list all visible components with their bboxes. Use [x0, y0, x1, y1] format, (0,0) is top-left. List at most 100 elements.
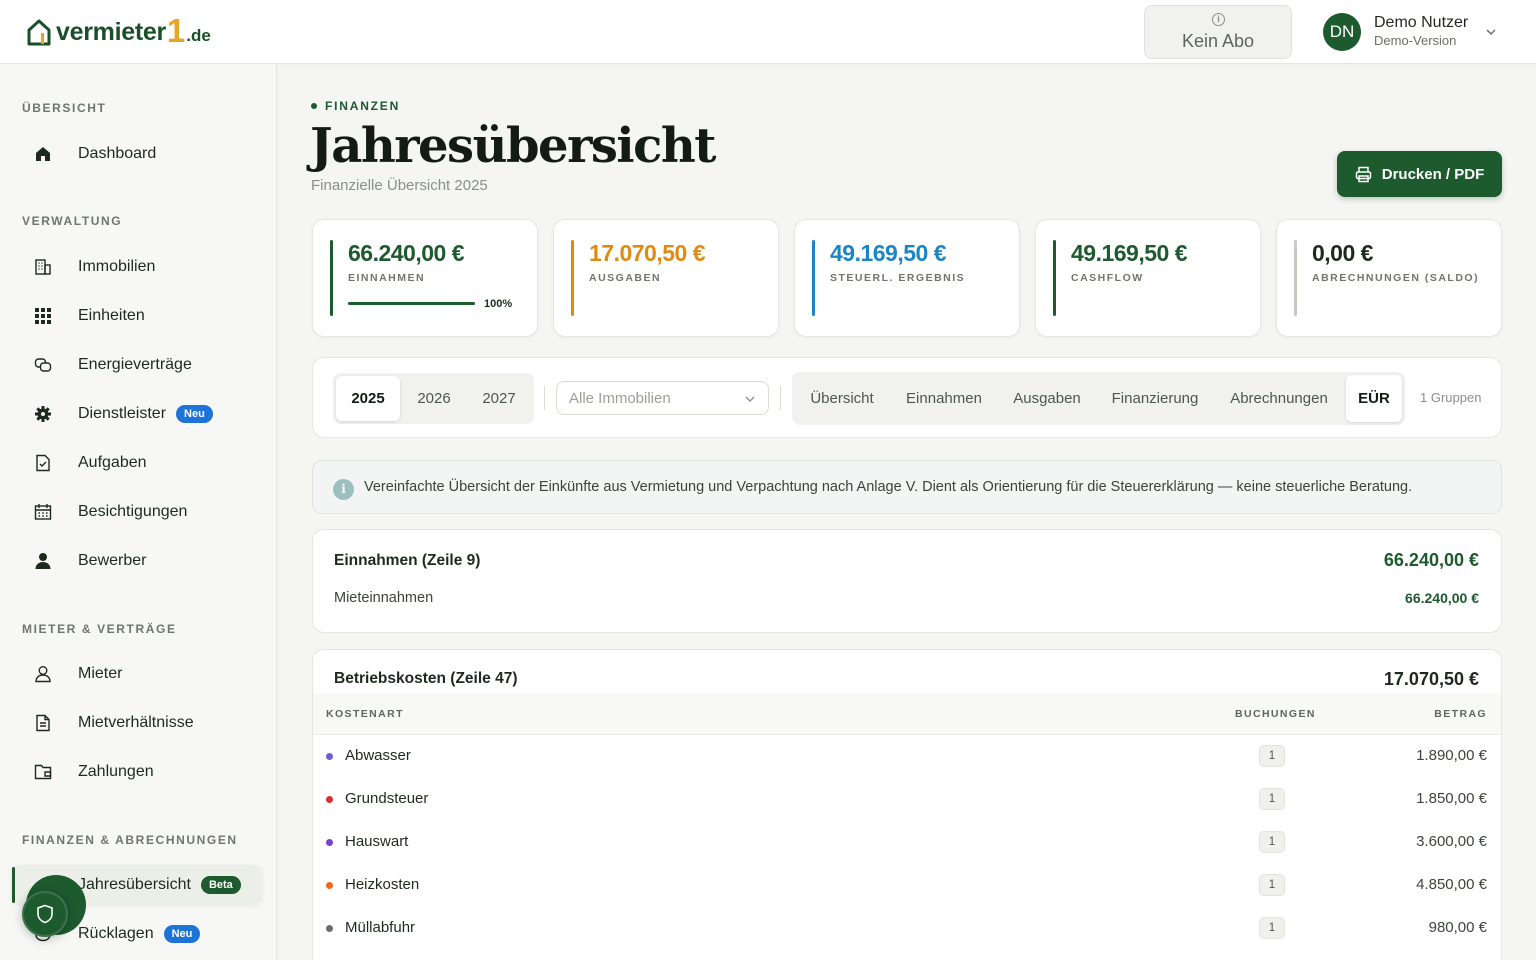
- booking-count: 1: [1259, 788, 1285, 810]
- info-notice: i Vereinfachte Übersicht der Einkünfte a…: [312, 460, 1502, 514]
- sidebar-item-zahlungen[interactable]: Zahlungen: [22, 752, 262, 792]
- building-icon: [32, 256, 54, 278]
- sidebar-section-title: ÜBERSICHT: [22, 101, 107, 115]
- stat-value: 17.070,50 €: [589, 240, 706, 266]
- top-bar: vermieter 1 .de i Kein Abo DN Demo Nutze…: [0, 0, 1536, 64]
- cost-type: Heizkosten: [345, 876, 420, 893]
- sidebar-item-label: Einheiten: [78, 307, 145, 324]
- stat-card-abrechnungen: 0,00 € ABRECHNUNGEN (SALDO): [1276, 219, 1502, 337]
- sidebar-item-label: Zahlungen: [78, 763, 154, 780]
- info-icon: i: [1212, 13, 1225, 26]
- user-subtitle: Demo-Version: [1374, 33, 1457, 48]
- booking-count: 1: [1259, 874, 1285, 896]
- cost-type: Müllabfuhr: [345, 919, 416, 936]
- sidebar-item-aufgaben[interactable]: Aufgaben: [22, 443, 262, 483]
- sidebar: ÜBERSICHT Dashboard VERWALTUNG Immobilie…: [0, 64, 277, 960]
- table-row[interactable]: Abwasser 1 1.890,00 €: [313, 736, 1501, 779]
- printer-icon: [1355, 166, 1371, 182]
- group-count: 1 Gruppen: [1420, 390, 1482, 405]
- stat-label: STEUERL. ERGEBNIS: [830, 272, 966, 284]
- sidebar-section-title: VERWALTUNG: [22, 214, 123, 228]
- tab-ausgaben[interactable]: Ausgaben: [999, 375, 1095, 422]
- stat-accent-bar: [1294, 240, 1297, 316]
- category-color-dot: [326, 882, 333, 889]
- info-icon: i: [333, 479, 354, 500]
- shield-icon: [37, 904, 53, 924]
- privacy-shield-button[interactable]: [22, 891, 68, 937]
- sidebar-section-title: FINANZEN & ABRECHNUNGEN: [22, 833, 238, 847]
- sidebar-item-besichtigungen[interactable]: Besichtigungen: [22, 492, 262, 532]
- stat-value: 0,00 €: [1312, 240, 1373, 266]
- notice-text: Vereinfachte Übersicht der Einkünfte aus…: [364, 479, 1413, 495]
- sidebar-item-immobilien[interactable]: Immobilien: [22, 247, 262, 287]
- table-row[interactable]: Grundsteuer 1 1.850,00 €: [313, 779, 1501, 822]
- property-select-value: Alle Immobilien: [569, 390, 671, 407]
- property-select[interactable]: Alle Immobilien: [556, 381, 769, 415]
- logo-number: 1: [166, 11, 186, 49]
- income-title: Einnahmen (Zeile 9): [334, 552, 481, 569]
- sidebar-item-label: Dashboard: [78, 145, 157, 162]
- subscription-button[interactable]: i Kein Abo: [1144, 5, 1292, 59]
- subscription-label: Kein Abo: [1181, 31, 1255, 51]
- wallet-icon: [32, 761, 54, 783]
- stat-accent-bar: [1053, 240, 1056, 316]
- sidebar-item-label: Dienstleister: [78, 405, 167, 422]
- year-button-2025[interactable]: 2025: [336, 376, 400, 421]
- sidebar-item-mieter[interactable]: Mieter: [22, 654, 262, 694]
- sidebar-item-label: Aufgaben: [78, 454, 147, 471]
- print-pdf-button[interactable]: Drucken / PDF: [1337, 151, 1502, 197]
- avatar[interactable]: DN: [1323, 13, 1361, 51]
- stat-card-ausgaben: 17.070,50 € AUSGABEN: [553, 219, 779, 337]
- table-row[interactable]: Müllabfuhr 1 980,00 €: [313, 908, 1501, 951]
- table-row[interactable]: Hauswart 1 3.600,00 €: [313, 822, 1501, 865]
- tab-abrechnungen[interactable]: Abrechnungen: [1215, 375, 1343, 422]
- year-selector: 2025 2026 2027: [333, 373, 534, 424]
- sidebar-item-dienstleister[interactable]: Dienstleister Neu: [22, 394, 262, 434]
- table-row[interactable]: Heizkosten 1 4.850,00 €: [313, 865, 1501, 908]
- filter-bar: 2025 2026 2027 Alle Immobilien Übersicht…: [312, 357, 1502, 438]
- year-button-2026[interactable]: 2026: [402, 376, 466, 421]
- tab-euer[interactable]: EÜR: [1346, 375, 1402, 422]
- stat-accent-bar: [571, 240, 574, 316]
- stat-card-steuerl-ergebnis: 49.169,50 € STEUERL. ERGEBNIS: [794, 219, 1020, 337]
- eyebrow-dot: [311, 103, 317, 109]
- category-color-dot: [326, 839, 333, 846]
- sidebar-item-energievertraege[interactable]: Energieverträge: [22, 345, 262, 385]
- income-card: Einnahmen (Zeile 9) 66.240,00 € Mieteinn…: [312, 529, 1502, 633]
- stat-value: 49.169,50 €: [1071, 240, 1188, 266]
- eyebrow-label: FINANZEN: [325, 99, 401, 113]
- sidebar-item-dashboard[interactable]: Dashboard: [22, 134, 262, 174]
- tab-finanzierung[interactable]: Finanzierung: [1100, 375, 1210, 422]
- table-header: KOSTENART BUCHUNGEN BETRAG: [313, 693, 1501, 735]
- year-button-2027[interactable]: 2027: [467, 376, 531, 421]
- stat-value: 49.169,50 €: [830, 240, 947, 266]
- sidebar-item-mietverhaeltnisse[interactable]: Mietverhältnisse: [22, 703, 262, 743]
- booking-count: 1: [1259, 831, 1285, 853]
- operating-costs-card: Betriebskosten (Zeile 47) 17.070,50 € KO…: [312, 649, 1502, 960]
- person-filled-icon: [32, 550, 54, 572]
- stat-label: ABRECHNUNGEN (SALDO): [1312, 272, 1480, 284]
- sidebar-item-label: Mieter: [78, 665, 123, 682]
- category-color-dot: [326, 925, 333, 932]
- calendar-icon: [32, 501, 54, 523]
- tab-einnahmen[interactable]: Einnahmen: [894, 375, 994, 422]
- sidebar-item-einheiten[interactable]: Einheiten: [22, 296, 262, 336]
- energy-contract-icon: [32, 354, 54, 376]
- cost-amount: 980,00 €: [1428, 919, 1487, 936]
- sidebar-item-label: Immobilien: [78, 258, 156, 275]
- income-line-label: Mieteinnahmen: [334, 590, 434, 606]
- chevron-down-icon[interactable]: [1484, 25, 1498, 39]
- operating-costs-title: Betriebskosten (Zeile 47): [334, 670, 518, 687]
- page-eyebrow: FINANZEN: [311, 99, 400, 113]
- column-header-kostenart: KOSTENART: [326, 708, 404, 720]
- tab-uebersicht[interactable]: Übersicht: [795, 375, 889, 422]
- divider: [544, 386, 545, 410]
- booking-count: 1: [1259, 917, 1285, 939]
- user-name[interactable]: Demo Nutzer: [1374, 14, 1468, 32]
- logo[interactable]: vermieter 1 .de: [26, 11, 211, 49]
- sidebar-item-bewerber[interactable]: Bewerber: [22, 541, 262, 581]
- booking-count: 1: [1259, 745, 1285, 767]
- stat-card-cashflow: 49.169,50 € CASHFLOW: [1035, 219, 1261, 337]
- operating-costs-total: 17.070,50 €: [1383, 669, 1479, 689]
- divider: [780, 386, 781, 410]
